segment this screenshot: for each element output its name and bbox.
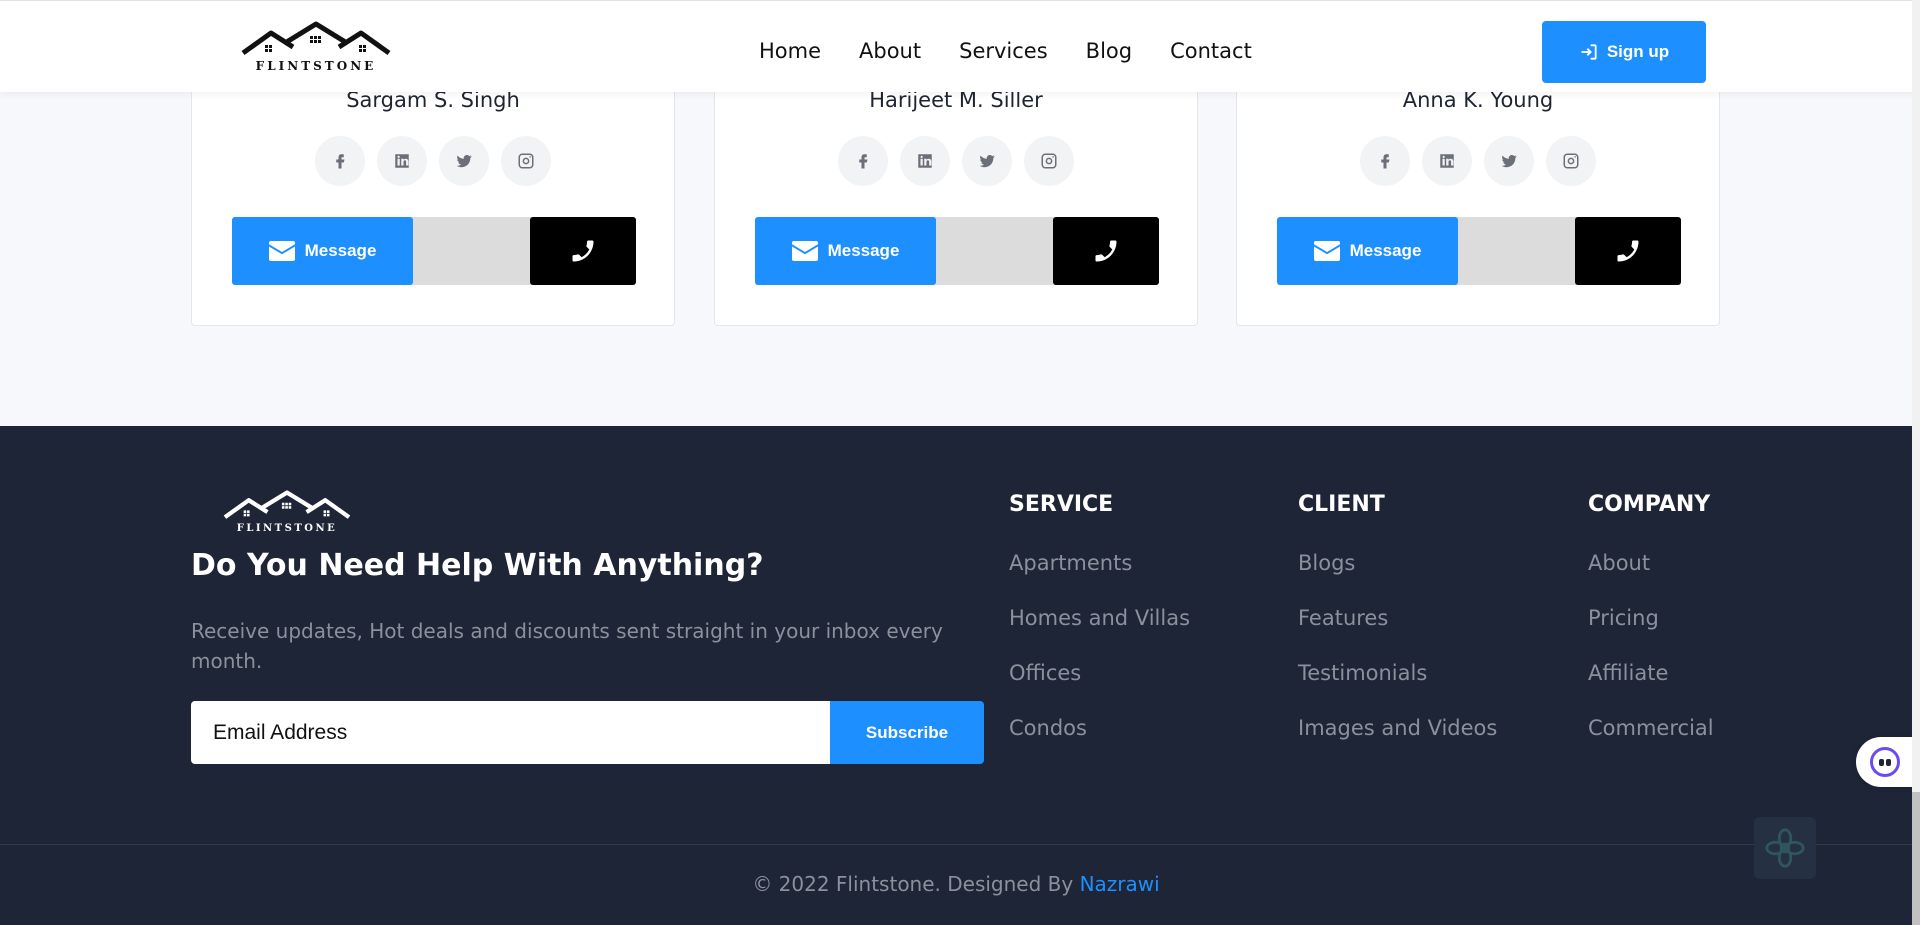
- designer-link[interactable]: Nazrawi: [1080, 872, 1160, 896]
- phone-icon: [1095, 240, 1117, 262]
- message-label: Message: [1349, 241, 1422, 260]
- footer-logo[interactable]: FLINTSTONE: [220, 490, 354, 534]
- phone-icon: [572, 240, 594, 262]
- chat-bot-icon: [1870, 747, 1900, 777]
- nav-home[interactable]: Home: [759, 39, 821, 63]
- nav-contact[interactable]: Contact: [1170, 39, 1252, 63]
- message-label: Message: [304, 241, 377, 260]
- footer-link[interactable]: Testimonials: [1298, 661, 1497, 716]
- facebook-icon[interactable]: [838, 136, 888, 186]
- site-footer: FLINTSTONE Do You Need Help With Anythin…: [0, 426, 1912, 925]
- footer-link[interactable]: Pricing: [1588, 606, 1714, 661]
- copyright: © 2022 Flintstone. Designed By Nazrawi: [0, 872, 1912, 896]
- footer-link[interactable]: Images and Videos: [1298, 716, 1497, 771]
- phone-icon: [1617, 240, 1639, 262]
- footer-link[interactable]: Condos: [1009, 716, 1190, 771]
- logo-text: FLINTSTONE: [255, 59, 377, 73]
- footer-column-service: SERVICE Apartments Homes and Villas Offi…: [1009, 492, 1190, 771]
- message-button[interactable]: Message: [1277, 217, 1458, 285]
- logo[interactable]: FLINTSTONE: [241, 21, 391, 73]
- social-links: [1237, 136, 1719, 186]
- footer-logo-text: FLINTSTONE: [236, 523, 338, 534]
- twitter-icon[interactable]: [1484, 136, 1534, 186]
- footer-column-title: CLIENT: [1298, 492, 1385, 517]
- linkedin-icon[interactable]: [1422, 136, 1472, 186]
- footer-divider: [0, 844, 1912, 845]
- newsletter-title: Do You Need Help With Anything?: [191, 548, 764, 583]
- site-header: FLINTSTONE Home About Services Blog Cont…: [0, 0, 1920, 92]
- twitter-icon[interactable]: [439, 136, 489, 186]
- nav-services[interactable]: Services: [959, 39, 1048, 63]
- envelope-icon: [268, 241, 295, 261]
- footer-link[interactable]: Affiliate: [1588, 661, 1714, 716]
- linkedin-icon[interactable]: [900, 136, 950, 186]
- signup-label: Sign up: [1606, 42, 1670, 61]
- footer-column-company: COMPANY About Pricing Affiliate Commerci…: [1588, 492, 1714, 771]
- sign-in-icon: [1581, 44, 1597, 60]
- signup-button[interactable]: Sign up: [1542, 21, 1706, 83]
- nav-about[interactable]: About: [859, 39, 921, 63]
- call-button[interactable]: [1575, 217, 1681, 285]
- footer-link[interactable]: Apartments: [1009, 551, 1190, 606]
- instagram-icon[interactable]: [501, 136, 551, 186]
- subscribe-button[interactable]: Subscribe: [830, 701, 984, 764]
- footer-link[interactable]: Homes and Villas: [1009, 606, 1190, 661]
- house-logo-icon: [223, 490, 351, 519]
- agent-card: Anna K. Young Message: [1236, 60, 1720, 326]
- instagram-icon[interactable]: [1024, 136, 1074, 186]
- message-label: Message: [827, 241, 900, 260]
- message-button[interactable]: Message: [755, 217, 936, 285]
- footer-column-client: CLIENT Blogs Features Testimonials Image…: [1298, 492, 1497, 771]
- flower-icon: [1765, 828, 1805, 868]
- footer-link[interactable]: Blogs: [1298, 551, 1497, 606]
- floating-action-button[interactable]: [1754, 817, 1816, 879]
- footer-link[interactable]: Commercial: [1588, 716, 1714, 771]
- footer-link[interactable]: About: [1588, 551, 1714, 606]
- linkedin-icon[interactable]: [377, 136, 427, 186]
- house-logo-icon: [241, 21, 391, 56]
- agent-actions: Message: [755, 217, 1159, 285]
- instagram-icon[interactable]: [1546, 136, 1596, 186]
- message-button[interactable]: Message: [232, 217, 413, 285]
- facebook-icon[interactable]: [315, 136, 365, 186]
- call-button[interactable]: [530, 217, 636, 285]
- footer-link[interactable]: Offices: [1009, 661, 1190, 716]
- facebook-icon[interactable]: [1360, 136, 1410, 186]
- copyright-text: © 2022 Flintstone. Designed By: [752, 872, 1080, 896]
- chat-widget-button[interactable]: [1856, 737, 1920, 787]
- email-input[interactable]: [191, 701, 830, 764]
- call-button[interactable]: [1053, 217, 1159, 285]
- social-links: [192, 136, 674, 186]
- scrollbar-thumb[interactable]: [1912, 792, 1920, 925]
- agent-actions: Message: [1277, 217, 1681, 285]
- twitter-icon[interactable]: [962, 136, 1012, 186]
- newsletter-description: Receive updates, Hot deals and discounts…: [191, 619, 943, 673]
- agent-card: Harijeet M. Siller Message: [714, 60, 1198, 326]
- envelope-icon: [791, 241, 818, 261]
- envelope-icon: [1313, 241, 1340, 261]
- agent-actions: Message: [232, 217, 636, 285]
- footer-column-title: SERVICE: [1009, 492, 1114, 517]
- social-links: [715, 136, 1197, 186]
- footer-column-title: COMPANY: [1588, 492, 1711, 517]
- agent-card: Sargam S. Singh Message: [191, 60, 675, 326]
- main-nav: Home About Services Blog Contact: [759, 39, 1290, 63]
- footer-link[interactable]: Features: [1298, 606, 1497, 661]
- nav-blog[interactable]: Blog: [1086, 39, 1132, 63]
- page-scrollbar[interactable]: [1912, 0, 1920, 925]
